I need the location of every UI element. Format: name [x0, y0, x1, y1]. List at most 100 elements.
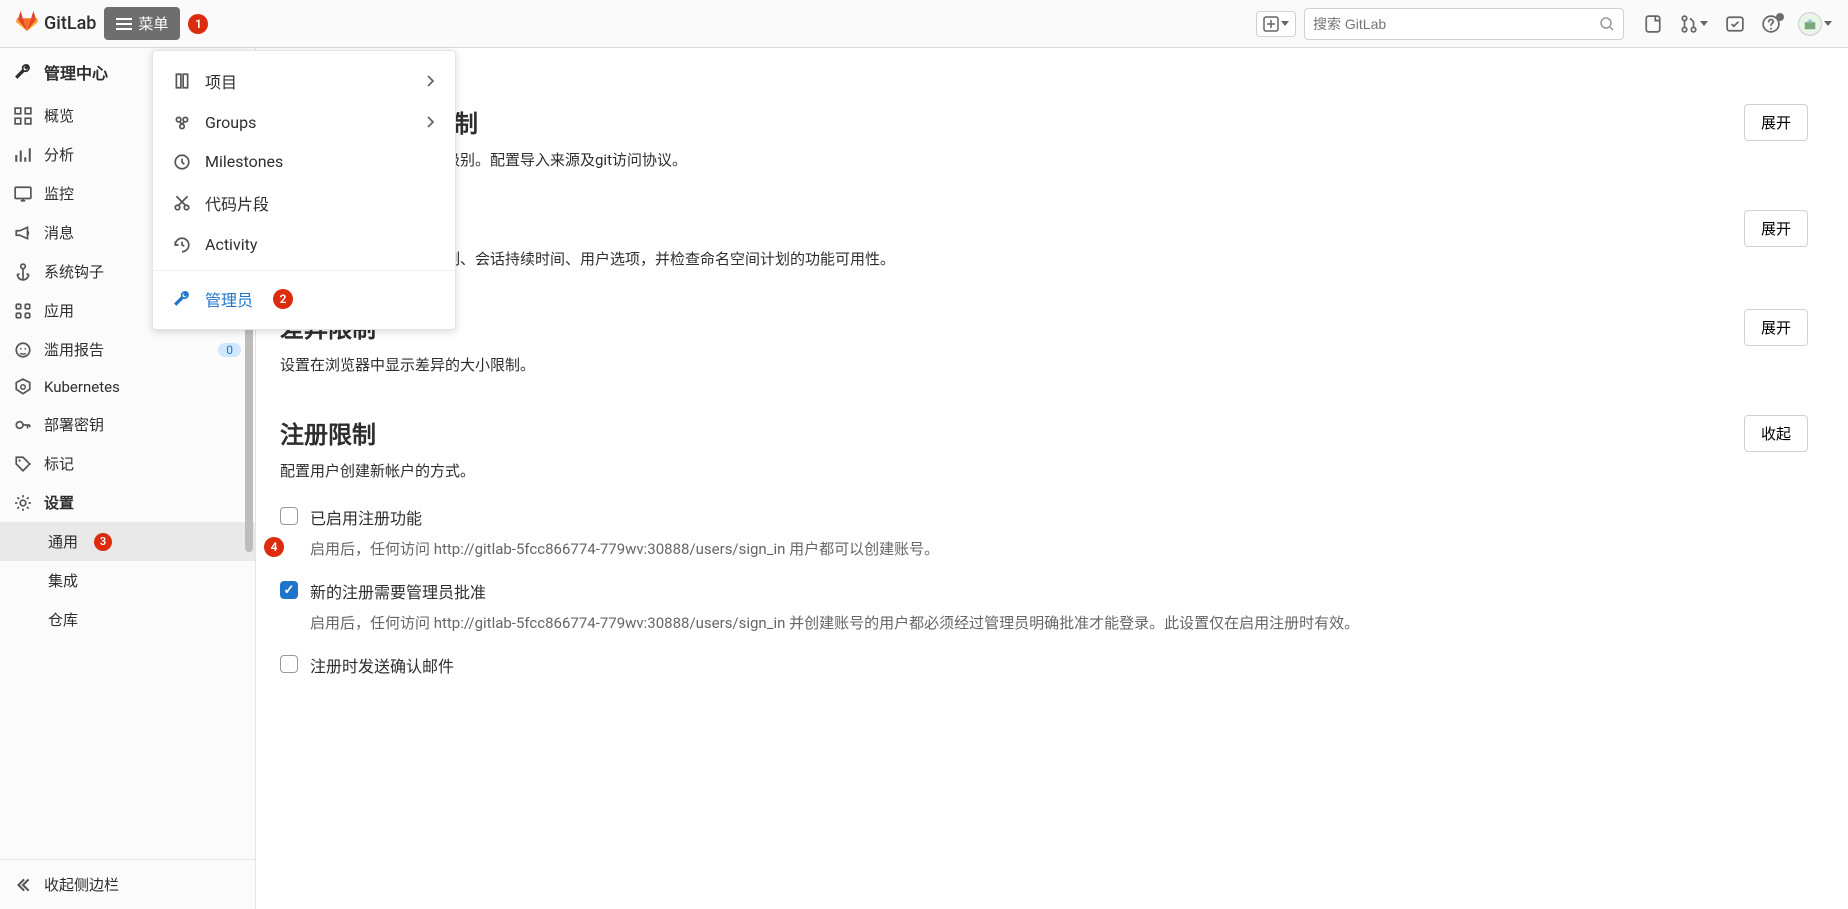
sidebar-sub-label: 通用 [48, 531, 78, 552]
sidebar-sub-integrations[interactable]: 集成 [0, 561, 255, 600]
collapse-label: 收起侧边栏 [44, 874, 119, 895]
sidebar-sub-general[interactable]: 通用 3 [0, 522, 255, 561]
brand-name: GitLab [44, 13, 96, 34]
badge-1: 1 [188, 14, 208, 34]
note-icon [1644, 15, 1662, 33]
sidebar-sub-label: 仓库 [48, 609, 78, 630]
sidebar-item-deploy-keys[interactable]: 部署密钥 [0, 405, 255, 444]
collapse-button[interactable]: 收起 [1744, 415, 1808, 452]
book-icon [173, 72, 191, 90]
sidebar-item-label: 分析 [44, 144, 74, 165]
section-title: 注册限制 [280, 415, 1720, 450]
dd-label: 项目 [205, 69, 237, 93]
badge-4: 4 [264, 537, 284, 557]
search-input[interactable] [1313, 16, 1599, 32]
anchor-icon [14, 263, 32, 281]
chevron-down-icon [1281, 21, 1289, 26]
section-diff-limit: 差异限制 设置在浏览器中显示差异的大小限制。 展开 [280, 289, 1808, 395]
checkbox-admin-approve[interactable] [280, 581, 298, 599]
top-navbar: GitLab 菜单 1 [0, 0, 1848, 48]
key-icon [14, 416, 32, 434]
section-desc: 配置用户创建新帐户的方式。 [280, 460, 1720, 481]
search-box[interactable] [1304, 8, 1624, 40]
dd-label: Activity [205, 235, 257, 254]
chevron-right-icon [425, 72, 435, 91]
user-menu-button[interactable] [1798, 12, 1832, 36]
sidebar-item-label: 应用 [44, 300, 74, 321]
settings-content: 控制 性级别。配置导入来源及git访问协议。 展开 限制、会话持续时间、用户选项… [256, 48, 1848, 909]
checkbox-description: 启用后，任何访问 http://gitlab-5fcc866774-779wv:… [310, 611, 1720, 635]
checkbox-row-confirm-email: 注册时发送确认邮件 [280, 653, 1720, 677]
plus-square-icon [1263, 16, 1279, 32]
dd-item-admin[interactable]: 管理员 2 [153, 277, 455, 321]
collapse-icon [14, 876, 32, 894]
monitor-icon [14, 185, 32, 203]
gear-icon [14, 494, 32, 512]
section-account: 限制、会话持续时间、用户选项，并检查命名空间计划的功能可用性。 展开 [280, 190, 1808, 289]
hamburger-icon [116, 18, 132, 30]
expand-button[interactable]: 展开 [1744, 210, 1808, 247]
search-icon [1599, 16, 1615, 32]
checkbox-signup-enabled[interactable] [280, 507, 298, 525]
sidebar-item-settings[interactable]: 设置 [0, 483, 255, 522]
checkbox-confirm-email[interactable] [280, 655, 298, 673]
todo-icon [1726, 15, 1744, 33]
sidebar-item-labels[interactable]: 标记 [0, 444, 255, 483]
merge-requests-icon-button[interactable] [1680, 15, 1708, 33]
dd-item-milestones[interactable]: Milestones [153, 142, 455, 181]
section-desc: 性级别。配置导入来源及git访问协议。 [430, 149, 1720, 170]
sidebar-sub-repos[interactable]: 仓库 [0, 600, 255, 639]
issues-icon-button[interactable] [1644, 15, 1662, 33]
sidebar-item-label: Kubernetes [44, 378, 120, 396]
sidebar-item-label: 消息 [44, 222, 74, 243]
sidebar-item-label: 概览 [44, 105, 74, 126]
dd-item-activity[interactable]: Activity [153, 225, 455, 264]
avatar-icon [1798, 12, 1822, 36]
dd-item-projects[interactable]: 项目 [153, 59, 455, 103]
dropdown-separator [153, 270, 455, 271]
create-new-button[interactable] [1256, 11, 1296, 37]
menu-label: 菜单 [138, 13, 168, 34]
wrench-icon [14, 63, 32, 81]
merge-icon [1680, 15, 1698, 33]
apps-icon [14, 302, 32, 320]
checkbox-label: 注册时发送确认邮件 [310, 653, 454, 677]
megaphone-icon [14, 224, 32, 242]
badge-2: 2 [273, 289, 293, 309]
section-visibility: 控制 性级别。配置导入来源及git访问协议。 展开 [280, 64, 1808, 190]
dd-label: 管理员 [205, 287, 253, 311]
collapse-sidebar-button[interactable]: 收起侧边栏 [0, 859, 255, 909]
menu-button[interactable]: 菜单 [104, 7, 180, 40]
sidebar-item-kubernetes[interactable]: Kubernetes [0, 369, 255, 405]
kube-icon [14, 378, 32, 396]
sidebar-item-label: 部署密钥 [44, 414, 104, 435]
help-icon-button[interactable] [1762, 15, 1780, 33]
checkbox-row-admin-approve: 新的注册需要管理员批准 [280, 579, 1720, 603]
dd-item-groups[interactable]: Groups [153, 103, 455, 142]
chevron-right-icon [425, 113, 435, 132]
scissors-icon [173, 194, 191, 212]
section-title: 差异限制 [280, 309, 1720, 344]
dd-item-snippets[interactable]: 代码片段 [153, 181, 455, 225]
todos-icon-button[interactable] [1726, 15, 1744, 33]
chevron-down-icon [1700, 21, 1708, 26]
expand-button[interactable]: 展开 [1744, 309, 1808, 346]
sidebar-title: 管理中心 [44, 60, 108, 84]
signup-form: 已启用注册功能 4 启用后，任何访问 http://gitlab-5fcc866… [280, 505, 1720, 677]
badge-3: 3 [94, 533, 112, 551]
dd-label: Milestones [205, 152, 283, 171]
checkbox-description: 启用后，任何访问 http://gitlab-5fcc866774-779wv:… [310, 537, 1720, 561]
expand-button[interactable]: 展开 [1744, 104, 1808, 141]
main-menu-dropdown: 项目 Groups Milestones 代码片段 Activity 管理员 2 [152, 50, 456, 330]
checkbox-row-signup-enabled: 已启用注册功能 [280, 505, 1720, 529]
section-desc: 限制、会话持续时间、用户选项，并检查命名空间计划的功能可用性。 [430, 248, 1720, 269]
sidebar-item-label: 标记 [44, 453, 74, 474]
topbar-icons [1644, 12, 1832, 36]
clock-icon [173, 153, 191, 171]
notification-dot-icon [1776, 13, 1784, 21]
sidebar-item-abuse[interactable]: 滥用报告 0 [0, 330, 255, 369]
gitlab-icon [16, 10, 38, 37]
chevron-down-icon [1824, 21, 1832, 26]
brand-logo[interactable]: GitLab [16, 10, 96, 37]
abuse-count-badge: 0 [218, 343, 241, 357]
